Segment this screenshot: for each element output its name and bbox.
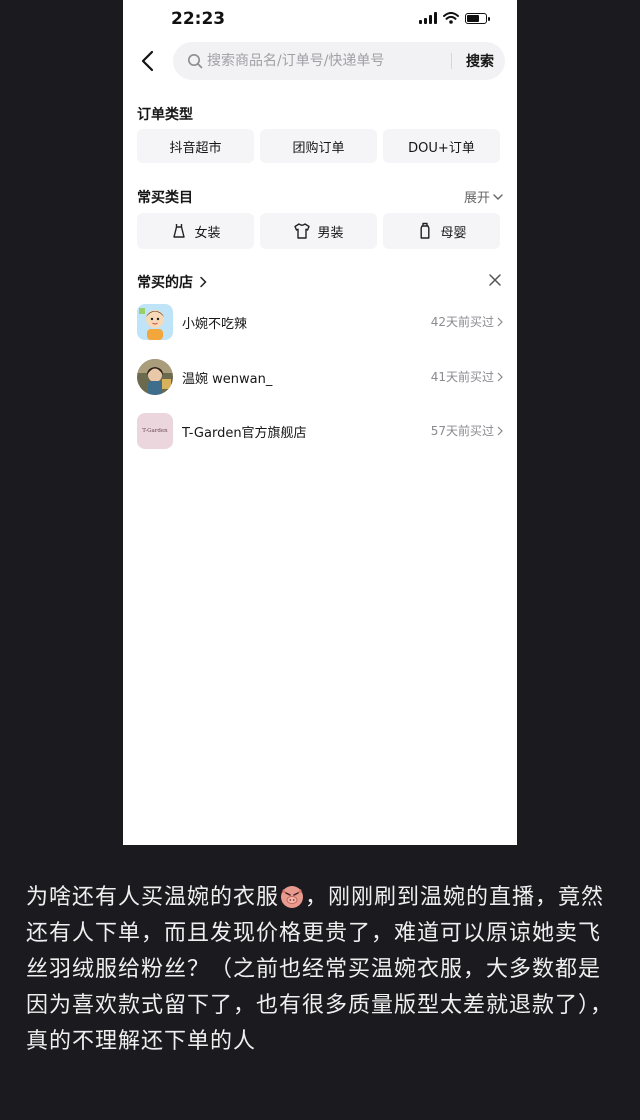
last-bought-text: 41天前买过	[430, 370, 494, 384]
store-row[interactable]: 温婉 wenwan_ 41天前买过	[123, 355, 517, 399]
chip-douyin-supermarket[interactable]: 抖音超市	[137, 129, 254, 163]
store-avatar	[137, 359, 173, 395]
chip-group-buy-orders[interactable]: 团购订单	[260, 129, 377, 163]
angry-pig-emoji-icon	[281, 886, 304, 908]
categories-title: 常买类目	[137, 190, 193, 206]
search-divider	[451, 53, 452, 69]
tshirt-icon	[294, 223, 311, 239]
chevron-right-icon	[200, 276, 207, 288]
post-caption: 为啥还有人买温婉的衣服 ，刚刚刷到温婉的直播，竟然还有人下单，而且发现价格更贵了…	[26, 880, 614, 1060]
dress-icon	[173, 224, 186, 238]
chevron-right-icon	[497, 426, 503, 435]
store-avatar	[137, 304, 173, 340]
store-name: 小婉不吃辣	[182, 317, 248, 332]
category-label: 女装	[194, 225, 221, 241]
search-button[interactable]: 搜索	[455, 42, 505, 80]
post-text-part-2: ，刚刚刷到温婉的直播，竟然还有人下单，而且发现价格更贵了，难道可以原谅她卖飞丝羽…	[26, 885, 614, 1054]
search-header: 搜索	[123, 42, 517, 80]
order-types-title: 订单类型	[137, 107, 193, 123]
category-womens-clothing[interactable]: 女装	[137, 213, 254, 249]
search-icon	[188, 54, 203, 69]
chip-label: DOU+订单	[408, 140, 475, 156]
last-bought-text: 57天前买过	[430, 424, 494, 438]
expand-label: 展开	[463, 191, 490, 206]
store-row[interactable]: 小婉不吃辣 42天前买过	[123, 300, 517, 344]
chevron-right-icon	[497, 317, 503, 326]
store-last-bought: 41天前买过	[431, 368, 503, 385]
search-box: 搜索	[173, 42, 505, 80]
last-bought-text: 42天前买过	[430, 315, 494, 329]
store-name: T-Garden官方旗舰店	[182, 426, 307, 441]
expand-categories-button[interactable]: 展开	[464, 187, 503, 206]
status-icons	[419, 12, 490, 24]
battery-fill	[467, 14, 479, 22]
category-mother-baby[interactable]: 母婴	[383, 213, 500, 249]
baby-bottle-icon	[420, 222, 430, 239]
category-label: 母婴	[440, 225, 467, 241]
category-mens-clothing[interactable]: 男装	[260, 213, 377, 249]
search-input[interactable]	[207, 42, 437, 80]
chip-label: 团购订单	[292, 140, 345, 156]
store-name: 温婉 wenwan_	[182, 372, 273, 387]
status-time: 22:23	[171, 9, 226, 29]
chip-dou-plus-orders[interactable]: DOU+订单	[383, 129, 500, 163]
wifi-icon	[443, 12, 459, 24]
store-last-bought: 42天前买过	[431, 313, 503, 330]
close-icon[interactable]	[487, 272, 503, 288]
back-arrow-icon[interactable]	[137, 49, 159, 73]
store-last-bought: 57天前买过	[431, 422, 503, 439]
phone-screenshot: 22:23 搜索 订单	[123, 0, 517, 845]
tgarden-logo: T-Garden	[137, 413, 173, 449]
category-label: 男装	[317, 225, 344, 241]
frequent-stores-title: 常买的店	[137, 275, 193, 291]
chevron-right-icon	[497, 372, 503, 381]
post-text-part-1: 为啥还有人买温婉的衣服	[26, 885, 280, 910]
cellular-signal-icon	[419, 12, 437, 24]
tgarden-logo-text: T-Garden	[142, 428, 168, 434]
store-row[interactable]: T-Garden T-Garden官方旗舰店 57天前买过	[123, 409, 517, 453]
battery-icon	[465, 12, 490, 24]
chevron-down-icon	[493, 193, 503, 200]
frequent-stores-header[interactable]: 常买的店	[137, 272, 207, 292]
status-bar: 22:23	[123, 0, 517, 40]
chip-label: 抖音超市	[169, 140, 222, 156]
